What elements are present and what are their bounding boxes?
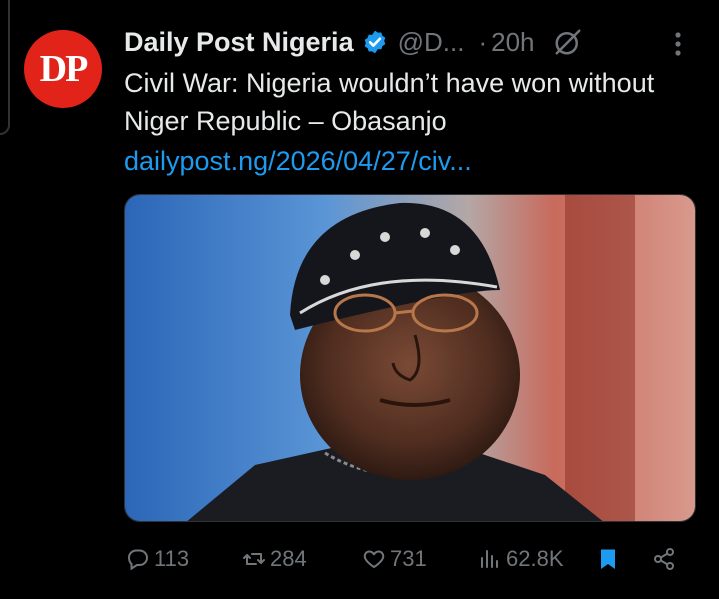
timestamp[interactable]: 20h [491, 27, 534, 58]
verified-icon[interactable] [362, 29, 388, 55]
handle[interactable]: @D... [398, 27, 465, 58]
grok-icon[interactable] [553, 27, 583, 57]
separator: · [478, 26, 488, 57]
views-button[interactable]: 62.8K [478, 540, 564, 578]
bookmark-icon [601, 549, 615, 569]
retweet-count: 284 [270, 546, 307, 571]
like-count: 731 [390, 546, 427, 571]
avatar[interactable]: DP [24, 30, 102, 108]
like-button[interactable]: 731 [362, 540, 427, 578]
retweet-button[interactable]: 284 [242, 540, 307, 578]
like-icon [363, 550, 385, 568]
retweet-icon [243, 553, 265, 565]
tweet-header: Daily Post Nigeria @D... · 20h [124, 22, 701, 62]
share-button[interactable] [652, 540, 680, 578]
bookmark-button[interactable] [596, 540, 624, 578]
view-count: 62.8K [506, 546, 564, 571]
display-name[interactable]: Daily Post Nigeria [124, 27, 354, 58]
photo-portrait [125, 195, 695, 521]
tweet-text: Civil War: Nigeria wouldn’t have won wit… [124, 68, 655, 136]
tweet-photo[interactable] [124, 194, 696, 522]
reply-icon [127, 549, 149, 571]
previous-post-edge [0, 0, 10, 135]
more-icon[interactable] [673, 30, 683, 58]
views-icon [481, 550, 498, 568]
share-icon [654, 548, 674, 570]
reply-button[interactable]: 113 [126, 540, 189, 578]
tweet-actions: 113 284 731 62.8K [124, 540, 694, 578]
reply-count: 113 [154, 546, 190, 571]
article-link[interactable]: dailypost.ng/2026/04/27/civ... [124, 142, 472, 180]
